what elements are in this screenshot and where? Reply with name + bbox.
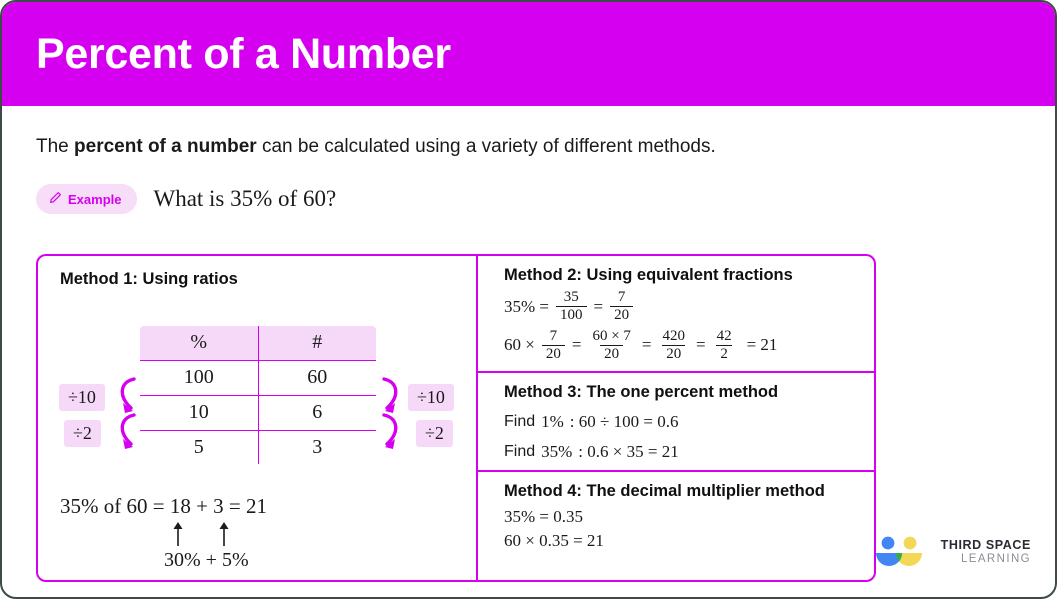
intro-paragraph: The percent of a number can be calculate… <box>36 136 1055 158</box>
m2-l1-lead: 35% = <box>504 296 549 316</box>
fraction-420-over-20: 420 20 <box>659 328 690 364</box>
methods-container: Method 1: Using ratios % # 100 60 10 6 5… <box>36 254 876 582</box>
method-4-line-1: 35% = 0.35 <box>504 507 583 526</box>
conclusion-arrows <box>60 519 267 549</box>
fraction-denominator: 2 <box>716 344 732 363</box>
ratio-table-wrapper: % # 100 60 10 6 5 3 <box>138 324 378 466</box>
fraction-numerator: 7 <box>617 289 626 305</box>
method-4-panel: Method 4: The decimal multiplier method … <box>478 472 874 559</box>
m2-l2-eq2: = <box>641 335 652 355</box>
operation-label-right-divide-2: ÷2 <box>416 420 453 447</box>
intro-bold-term: percent of a number <box>74 136 257 157</box>
cell-percent-2: 10 <box>140 394 259 431</box>
page-header: Percent of a Number <box>2 2 1055 106</box>
m3-l1-percent: 1% <box>541 412 564 431</box>
cell-number-1: 60 <box>257 359 376 396</box>
cell-number-3: 3 <box>257 429 376 464</box>
fraction-numerator: 42 <box>716 327 732 344</box>
m2-l1-eq1: = <box>593 296 604 316</box>
m2-l2-result: = 21 <box>746 335 778 355</box>
method-1-panel: Method 1: Using ratios % # 100 60 10 6 5… <box>38 256 478 580</box>
m3-l1-calc: : 60 ÷ 100 = 0.6 <box>569 412 679 431</box>
m2-l2-lead: 60 × <box>504 335 535 355</box>
method-3-title: Method 3: The one percent method <box>504 383 779 401</box>
example-badge-label: Example <box>68 191 122 207</box>
fraction-denominator: 20 <box>610 306 634 324</box>
pencil-icon <box>49 191 62 207</box>
method-2-panel: Method 2: Using equivalent fractions 35%… <box>478 256 874 373</box>
fraction-60x7-over-20: 60 × 7 20 <box>588 328 634 364</box>
m2-l2-eq3: = <box>696 335 706 355</box>
m3-l1-label: Find <box>504 413 536 430</box>
table-row: 5 3 <box>140 429 376 464</box>
method-1-title: Method 1: Using ratios <box>60 270 238 288</box>
fraction-denominator: 20 <box>662 344 686 363</box>
column-header-percent: % <box>140 326 259 361</box>
column-header-number: # <box>257 326 376 361</box>
operation-label-left-divide-10: ÷10 <box>59 384 105 411</box>
m3-l2-calc: : 0.6 × 35 = 21 <box>578 442 679 461</box>
page-title: Percent of a Number <box>36 29 451 78</box>
m2-l2-eq1: = <box>571 335 582 355</box>
table-row: 100 60 <box>140 359 376 396</box>
fraction-numerator: 7 <box>549 327 558 344</box>
up-arrow-30-percent-icon <box>173 522 183 546</box>
curved-arrow-left-divide-2-icon <box>120 413 136 449</box>
method-1-conclusion: 35% of 60 = 18 + 3 = 21 30% + 5% <box>60 494 267 572</box>
intro-suffix: can be calculated using a variety of dif… <box>256 136 716 157</box>
operation-label-right-divide-10: ÷10 <box>408 384 454 411</box>
fraction-numerator: 35 <box>563 289 579 305</box>
fraction-denominator: 20 <box>600 344 624 363</box>
curved-arrow-right-divide-2-icon <box>382 413 398 449</box>
method-3-line-2: Find 35% : 0.6 × 35 = 21 <box>504 442 874 462</box>
table-row: 10 6 <box>140 394 376 431</box>
method-2-line-1: 35% = 35 100 = 7 20 <box>504 289 874 325</box>
operation-label-left-divide-2: ÷2 <box>64 420 101 447</box>
fraction-numerator: 60 × 7 <box>592 327 631 344</box>
fraction-denominator: 100 <box>556 306 587 324</box>
logo-line-2: LEARNING <box>961 552 1031 565</box>
cell-number-2: 6 <box>257 394 376 431</box>
method-3-panel: Method 3: The one percent method Find 1%… <box>478 373 874 472</box>
example-badge: Example <box>36 184 138 214</box>
up-arrow-5-percent-icon <box>219 522 229 546</box>
conclusion-sub-equation: 30% + 5% <box>164 549 249 571</box>
third-space-learning-logo: THIRD SPACE LEARNING <box>874 535 1031 569</box>
table-header-row: % # <box>140 326 376 361</box>
methods-right-column: Method 2: Using equivalent fractions 35%… <box>478 256 874 580</box>
cell-percent-3: 5 <box>140 429 259 464</box>
logo-text: THIRD SPACE LEARNING <box>940 538 1031 565</box>
method-4-line-2: 60 × 0.35 = 21 <box>504 531 604 550</box>
fraction-35-over-100: 35 100 <box>556 289 587 325</box>
ratio-table: % # 100 60 10 6 5 3 <box>138 324 378 466</box>
method-2-title: Method 2: Using equivalent fractions <box>504 266 793 284</box>
example-question: What is 35% of 60? <box>153 186 337 211</box>
method-3-line-1: Find 1% : 60 ÷ 100 = 0.6 <box>504 412 874 432</box>
logo-line-1: THIRD SPACE <box>940 538 1031 553</box>
method-4-title: Method 4: The decimal multiplier method <box>504 482 825 500</box>
fraction-numerator: 420 <box>662 327 686 344</box>
page-card: Percent of a Number The percent of a num… <box>0 0 1057 599</box>
conclusion-main-equation: 35% of 60 = 18 + 3 = 21 <box>60 494 268 518</box>
fraction-7-over-20: 7 20 <box>610 289 634 325</box>
fraction-denominator: 20 <box>541 344 565 363</box>
example-row: Example What is 35% of 60? <box>36 184 1055 214</box>
fraction-7-over-20-b: 7 20 <box>541 327 565 364</box>
logo-mark-icon <box>875 536 922 566</box>
fraction-42-over-2: 42 2 <box>713 328 736 364</box>
intro-prefix: The <box>36 136 75 157</box>
cell-percent-1: 100 <box>140 359 259 396</box>
m3-l2-percent: 35% <box>541 442 573 461</box>
m3-l2-label: Find <box>504 443 536 460</box>
method-2-line-2: 60 × 7 20 = 60 × 7 20 = 420 20 = 42 2 = … <box>504 328 874 364</box>
